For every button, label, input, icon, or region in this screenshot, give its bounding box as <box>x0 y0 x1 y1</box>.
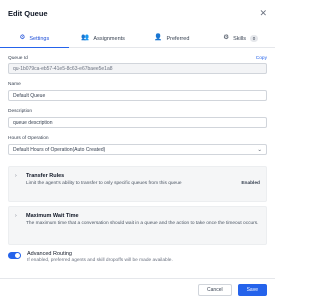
gear-icon: ⚙ <box>19 34 26 42</box>
advanced-routing-row: Advanced Routing If enabled, preferred a… <box>8 251 267 263</box>
max-wait-title: Maximum Wait Time <box>26 213 79 219</box>
copy-queue-id-link[interactable]: Copy <box>256 56 267 61</box>
tab-settings-label: Settings <box>29 35 50 42</box>
tab-preferred-label: Preferred <box>166 35 190 42</box>
hours-select[interactable]: Default Hours of Operation(Auto Created)… <box>8 144 267 155</box>
advanced-routing-toggle[interactable] <box>8 252 21 259</box>
people-icon: 👥 <box>81 34 90 42</box>
queue-id-field[interactable]: qu-1b079ca-eb57-41e5-8c63-e67baee5e1a8 <box>8 63 267 74</box>
advanced-routing-description: If enabled, preferred agents and skill d… <box>27 258 173 263</box>
queue-id-label: Queue Id <box>8 56 28 61</box>
transfer-rules-card[interactable]: › Transfer Rules Limit the agent's abili… <box>8 166 267 202</box>
tab-assignments[interactable]: 👥 Assignments <box>69 30 138 47</box>
cancel-button[interactable]: Cancel <box>198 283 232 296</box>
close-icon[interactable]: ✕ <box>259 8 267 18</box>
dialog-header: Edit Queue ✕ <box>0 0 275 26</box>
chevron-right-icon: › <box>15 173 17 179</box>
dialog-title: Edit Queue <box>8 8 48 18</box>
chevron-right-icon: › <box>15 213 17 219</box>
transfer-rules-title: Transfer Rules <box>26 173 65 179</box>
tab-preferred[interactable]: 👤 Preferred <box>138 30 207 47</box>
description-input[interactable]: queue description <box>8 117 267 128</box>
max-wait-card[interactable]: › Maximum Wait Time The maximum time tha… <box>8 206 267 245</box>
transfer-rules-status: Enabled <box>241 181 260 186</box>
tab-settings[interactable]: ⚙ Settings <box>0 30 69 48</box>
tab-skills-label: Skills <box>233 35 246 42</box>
description-label: Description <box>8 109 32 114</box>
advanced-routing-title: Advanced Routing <box>27 251 72 257</box>
person-icon: 👤 <box>154 34 163 42</box>
chevron-down-icon: ⌄ <box>257 146 262 153</box>
hours-selected-value: Default Hours of Operation(Auto Created) <box>13 146 106 153</box>
name-input[interactable]: Default Queue <box>8 90 267 101</box>
tab-skills[interactable]: ⚙ Skills 0 <box>206 30 275 47</box>
dialog-footer: Cancel Save <box>0 278 275 300</box>
tab-bar: ⚙ Settings 👥 Assignments 👤 Preferred ⚙ S… <box>0 30 275 48</box>
hours-label: Hours of Operation <box>8 136 49 141</box>
save-button[interactable]: Save <box>237 283 267 296</box>
skills-count-badge: 0 <box>249 35 258 42</box>
skills-icon: ⚙ <box>223 34 230 42</box>
settings-form: Queue Id Copy qu-1b079ca-eb57-41e5-8c63-… <box>8 56 267 155</box>
name-label: Name <box>8 82 21 87</box>
tab-assignments-label: Assignments <box>93 35 125 42</box>
max-wait-description: The maximum time that a conversation sho… <box>26 221 259 226</box>
transfer-rules-description: Limit the agent's ability to transfer to… <box>26 181 182 186</box>
